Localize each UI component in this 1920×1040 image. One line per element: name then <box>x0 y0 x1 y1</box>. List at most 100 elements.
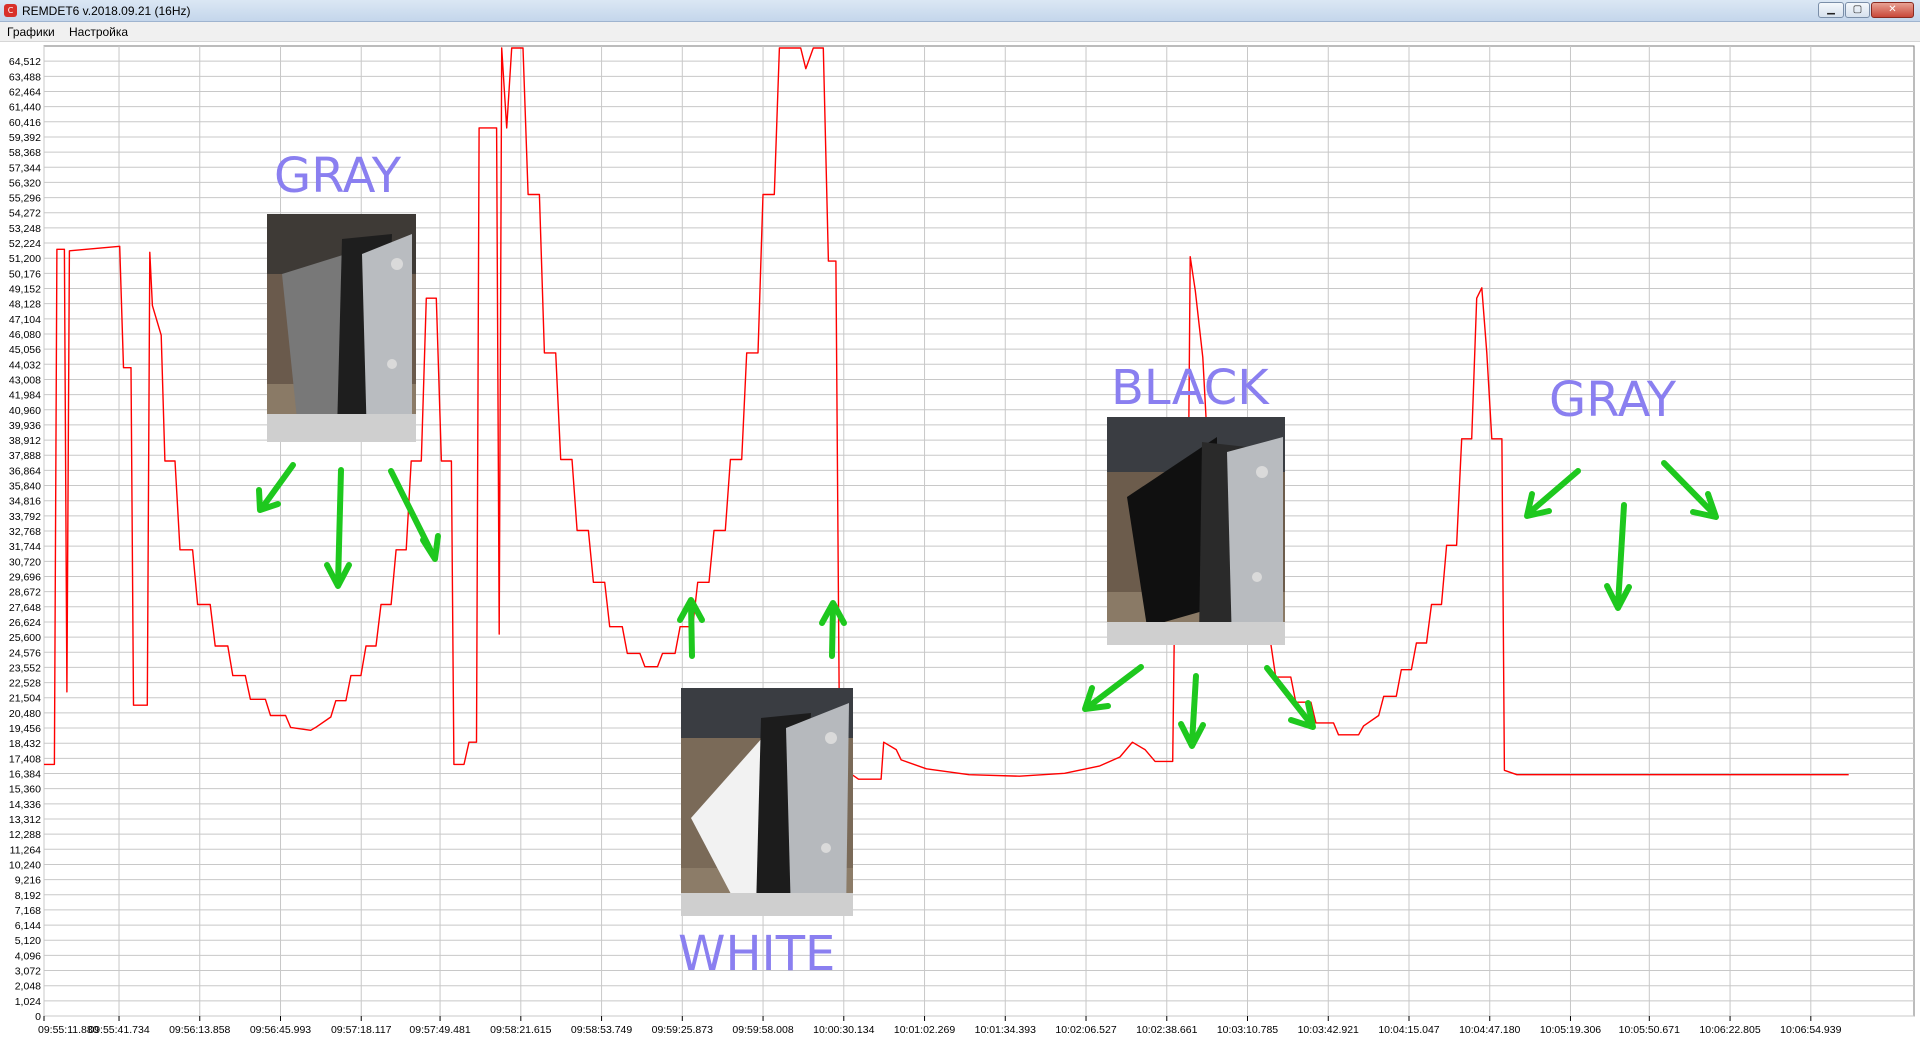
annotation-label-black: BLACK <box>1111 360 1269 416</box>
y-tick-label: 44,032 <box>9 359 41 371</box>
gray-card-photo <box>267 214 416 442</box>
y-tick-label: 5,120 <box>15 935 41 947</box>
y-tick-label: 25,600 <box>9 632 41 644</box>
y-tick-label: 28,672 <box>9 587 41 599</box>
y-tick-label: 24,576 <box>9 647 41 659</box>
y-tick-label: 57,344 <box>9 162 41 174</box>
y-tick-label: 13,312 <box>9 814 41 826</box>
x-axis: 09:55:11.88009:55:41.734 09:56:13.858 09:5… <box>38 1016 1842 1036</box>
x-tick-label: 10:03:42.921 <box>1298 1024 1359 1036</box>
y-tick-label: 20,480 <box>9 708 41 720</box>
y-tick-label: 36,864 <box>9 465 41 477</box>
x-tick-label: 10:03:10.785 <box>1217 1024 1278 1036</box>
x-tick-label: 09:56:45.993 <box>250 1024 311 1036</box>
app-logo-icon[interactable]: C <box>4 4 17 17</box>
y-tick-label: 47,104 <box>9 314 41 326</box>
x-tick-label: 10:06:22.805 <box>1699 1024 1760 1036</box>
y-tick-label: 51,200 <box>9 253 41 265</box>
menu-item-settings[interactable]: Настройка <box>69 25 128 39</box>
y-tick-label: 32,768 <box>9 526 41 538</box>
y-tick-label: 55,296 <box>9 193 41 205</box>
y-tick-label: 29,696 <box>9 571 41 583</box>
y-tick-label: 48,128 <box>9 299 41 311</box>
title-bar: C REMDET6 v.2018.09.21 (16Hz) ▁ ▢ ✕ <box>0 0 1920 22</box>
x-tick-label: 10:05:19.306 <box>1540 1024 1601 1036</box>
x-tick-label: 10:02:06.527 <box>1055 1024 1116 1036</box>
y-tick-label: 31,744 <box>9 541 41 553</box>
y-tick-label: 64,512 <box>9 56 41 68</box>
y-tick-label: 15,360 <box>9 784 41 796</box>
x-tick-label: 10:04:47.180 <box>1459 1024 1520 1036</box>
y-tick-label: 0 <box>35 1011 41 1023</box>
x-tick-label: 10:05:50.671 <box>1619 1024 1680 1036</box>
y-tick-label: 22,528 <box>9 678 41 690</box>
y-tick-label: 1,024 <box>15 996 41 1008</box>
black-card-photo <box>1107 417 1285 645</box>
x-tick-label: 10:01:02.269 <box>894 1024 955 1036</box>
close-button[interactable]: ✕ <box>1871 2 1914 18</box>
x-tick-label: 10:06:54.939 <box>1780 1024 1841 1036</box>
menu-item-graphs[interactable]: Графики <box>7 25 55 39</box>
y-tick-label: 56,320 <box>9 177 41 189</box>
y-tick-label: 45,056 <box>9 344 41 356</box>
y-tick-label: 49,152 <box>9 284 41 296</box>
maximize-button[interactable]: ▢ <box>1845 2 1870 18</box>
y-tick-label: 18,432 <box>9 738 41 750</box>
x-tick-label: 09:58:53.749 <box>571 1024 632 1036</box>
y-tick-label: 23,552 <box>9 662 41 674</box>
y-tick-label: 17,408 <box>9 753 41 765</box>
y-tick-label: 59,392 <box>9 132 41 144</box>
y-tick-label: 6,144 <box>15 920 41 932</box>
y-tick-label: 21,504 <box>9 693 41 705</box>
x-tick-label: 10:00:30.134 <box>813 1024 874 1036</box>
x-tick-label: 10:02:38.661 <box>1136 1024 1197 1036</box>
y-tick-label: 40,960 <box>9 405 41 417</box>
x-tick-label: 09:55:41.734 <box>88 1024 149 1036</box>
y-tick-label: 30,720 <box>9 556 41 568</box>
y-tick-label: 4,096 <box>15 950 41 962</box>
y-tick-label: 33,792 <box>9 511 41 523</box>
y-tick-label: 53,248 <box>9 223 41 235</box>
y-axis: 0 1,024 2,048 3,072 4,096 5,120 6,144 7,168 8,19… <box>9 56 41 1023</box>
y-tick-label: 43,008 <box>9 374 41 386</box>
y-tick-label: 34,816 <box>9 496 41 508</box>
y-tick-label: 52,224 <box>9 238 41 250</box>
y-tick-label: 16,384 <box>9 769 41 781</box>
white-card-photo <box>681 688 853 916</box>
y-tick-label: 60,416 <box>9 117 41 129</box>
y-tick-label: 19,456 <box>9 723 41 735</box>
y-tick-label: 50,176 <box>9 268 41 280</box>
y-tick-label: 11,264 <box>10 844 41 856</box>
annotation-label-gray-left: GRAY <box>274 148 402 204</box>
x-tick-label: 09:59:25.873 <box>652 1024 713 1036</box>
annotation-label-white: WHITE <box>678 926 836 982</box>
y-tick-label: 12,288 <box>9 829 41 841</box>
y-tick-label: 8,192 <box>15 890 41 902</box>
y-tick-label: 54,272 <box>9 208 41 220</box>
y-tick-label: 7,168 <box>15 905 41 917</box>
menu-bar: Графики Настройка <box>0 22 1920 42</box>
y-tick-label: 2,048 <box>15 981 41 993</box>
y-tick-label: 61,440 <box>9 102 41 114</box>
y-tick-label: 63,488 <box>9 71 41 83</box>
x-tick-label: 09:56:13.858 <box>169 1024 230 1036</box>
minimize-button[interactable]: ▁ <box>1818 2 1844 18</box>
y-tick-label: 39,936 <box>9 420 41 432</box>
y-tick-label: 10,240 <box>9 859 41 871</box>
y-tick-label: 27,648 <box>9 602 41 614</box>
x-tick-label: 10:01:34.393 <box>975 1024 1036 1036</box>
x-tick-label: 09:57:49.481 <box>409 1024 470 1036</box>
y-tick-label: 41,984 <box>9 390 41 402</box>
x-tick-label: 09:58:21.615 <box>490 1024 551 1036</box>
x-tick-label: 09:57:18.117 <box>331 1024 392 1036</box>
y-tick-label: 35,840 <box>9 481 41 493</box>
y-tick-label: 3,072 <box>15 966 41 978</box>
x-tick-label: 09:59:58.008 <box>732 1024 793 1036</box>
y-tick-label: 38,912 <box>9 435 41 447</box>
y-tick-label: 46,080 <box>9 329 41 341</box>
annotation-label-gray-right: GRAY <box>1549 372 1677 428</box>
y-tick-label: 14,336 <box>9 799 41 811</box>
y-tick-label: 26,624 <box>9 617 41 629</box>
window-title: REMDET6 v.2018.09.21 (16Hz) <box>22 4 191 18</box>
y-tick-label: 37,888 <box>9 450 41 462</box>
